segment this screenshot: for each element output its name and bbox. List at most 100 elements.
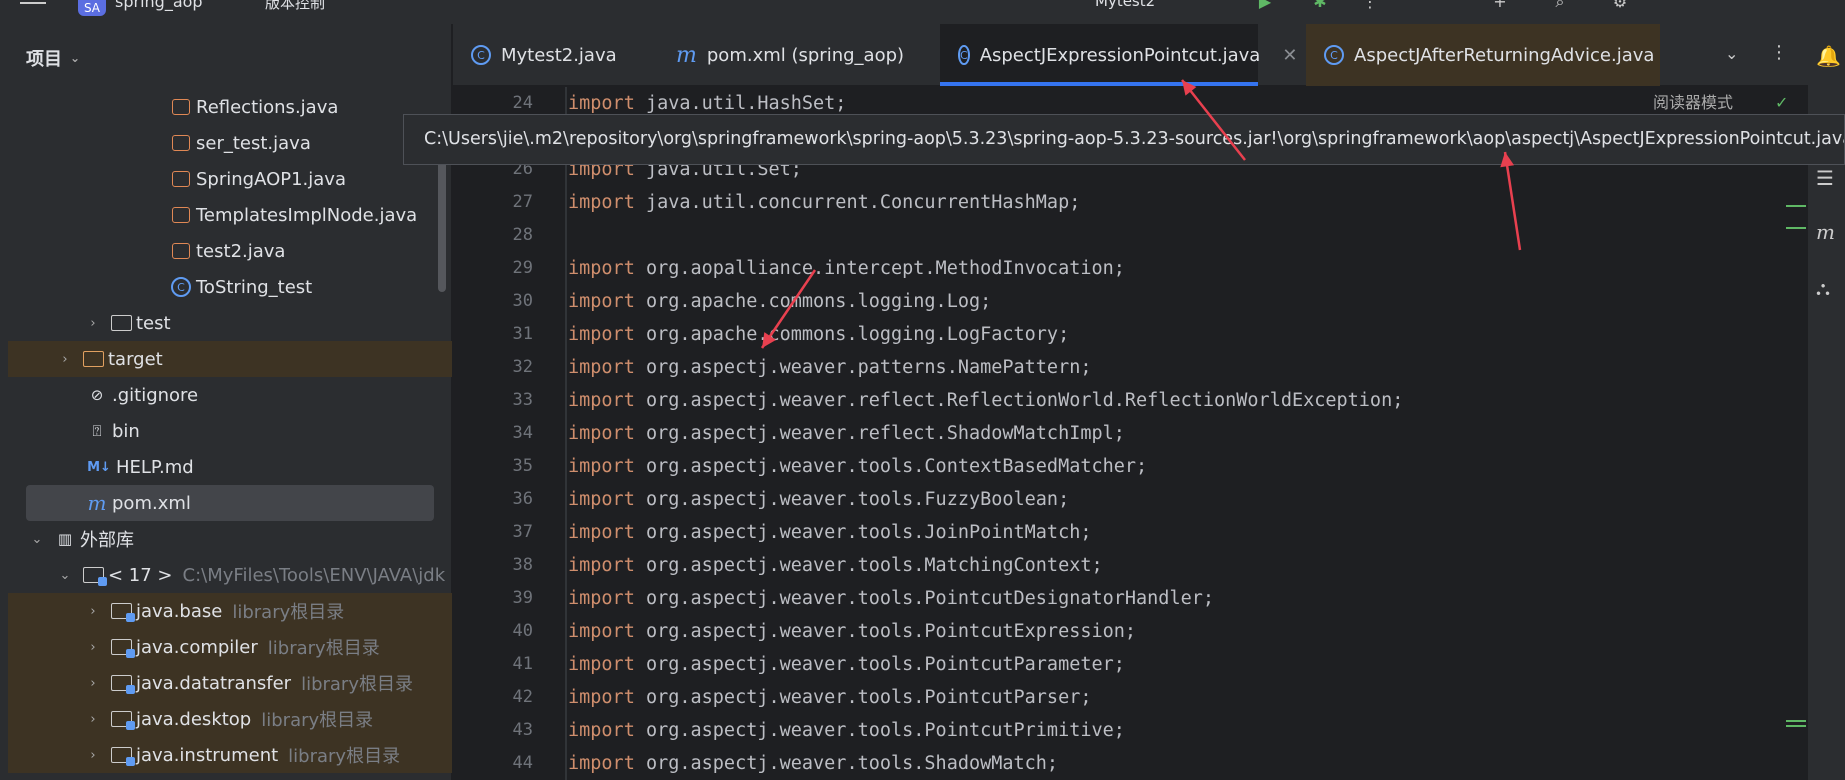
tree-item-folder[interactable]: › target	[8, 341, 452, 377]
code-line[interactable]: 35 import org.aspectj.weaver.tools.Contex…	[453, 450, 1753, 483]
tree-item-module[interactable]: › java.base library根目录	[8, 593, 452, 629]
run-icon[interactable]: ▶	[1255, 0, 1275, 11]
line-number: 36	[512, 489, 533, 509]
code-line[interactable]: 30 import org.apache.commons.logging.Log;	[453, 285, 1753, 318]
project-name[interactable]: spring_aop	[115, 0, 203, 11]
code-line[interactable]: 43 import org.aspectj.weaver.tools.Pointc…	[453, 714, 1753, 747]
code-line[interactable]: 29 import org.aopalliance.intercept.Metho…	[453, 252, 1753, 285]
notifications-icon[interactable]: 🔔	[1816, 44, 1841, 68]
chevron-right-icon[interactable]: ›	[58, 352, 72, 367]
tree-item-file[interactable]: SpringAOP1.java	[8, 161, 452, 197]
project-badge[interactable]: SA	[78, 0, 106, 16]
structure-icon[interactable]: ⛬	[1816, 276, 1830, 300]
code-line[interactable]: 27 import java.util.concurrent.Concurrent…	[453, 186, 1753, 219]
code-rest: org.aspectj.weaver.tools.PointcutPrimiti…	[634, 720, 1125, 741]
code-line[interactable]: 32 import org.aspectj.weaver.patterns.Nam…	[453, 351, 1753, 384]
tree-item-file[interactable]: ⍰ bin	[8, 413, 452, 449]
tree-item-file[interactable]: TemplatesImplNode.java	[8, 197, 452, 233]
keyword: import	[568, 522, 635, 543]
change-marker	[1786, 720, 1806, 722]
code-line[interactable]: 34 import org.aspectj.weaver.reflect.Shad…	[453, 417, 1753, 450]
code-line[interactable]: 44 import org.aspectj.weaver.tools.Shadow…	[453, 747, 1753, 780]
class-icon: C	[1324, 45, 1344, 65]
code-text: import org.aspectj.weaver.tools.FuzzyBoo…	[568, 483, 1069, 516]
line-number: 32	[512, 357, 533, 377]
code-text: import org.aspectj.weaver.tools.Pointcut…	[568, 615, 1136, 648]
run-config-selector[interactable]: Mytest2	[1095, 0, 1155, 10]
more-options-icon[interactable]: ⋮	[1770, 42, 1788, 63]
search-icon[interactable]: ⌕	[1550, 0, 1570, 11]
chevron-right-icon[interactable]: ›	[86, 640, 100, 655]
code-rest: org.aspectj.weaver.tools.ContextBasedMat…	[634, 456, 1148, 477]
chevron-right-icon[interactable]: ›	[86, 712, 100, 727]
tree-item-file[interactable]: ser_test.java	[8, 125, 452, 161]
code-editor[interactable]: 24import java.util.HashSet;2526import ja…	[453, 87, 1815, 780]
chevron-right-icon[interactable]: ›	[86, 316, 100, 331]
tree-item-label: ToString_test	[196, 276, 313, 298]
code-line[interactable]: 28	[453, 219, 1753, 252]
more-actions-icon[interactable]: ⋮	[1360, 0, 1380, 11]
chevron-right-icon[interactable]: ›	[86, 604, 100, 619]
code-rest: org.aspectj.weaver.tools.PointcutParamet…	[634, 654, 1125, 675]
code-line[interactable]: 33 import org.aspectj.weaver.reflect.Refl…	[453, 384, 1753, 417]
tree-item-file[interactable]: ⊘ .gitignore	[8, 377, 452, 413]
line-number: 28	[512, 225, 533, 245]
chevron-right-icon[interactable]: ›	[86, 676, 100, 691]
tree-item-module[interactable]: › java.instrument library根目录	[8, 737, 452, 773]
tree-item-label: TemplatesImplNode.java	[196, 204, 418, 226]
tree-item-module[interactable]: › java.datatransfer library根目录	[8, 665, 452, 701]
database-icon[interactable]: ☰	[1816, 166, 1834, 190]
chevron-right-icon[interactable]: ›	[86, 748, 100, 763]
tree-item-label: ser_test.java	[196, 132, 311, 154]
chevron-down-icon[interactable]: ⌄	[1725, 44, 1738, 63]
main-menu-icon[interactable]	[20, 0, 46, 10]
settings-icon[interactable]: ⚙	[1610, 0, 1630, 11]
code-line[interactable]: 40 import org.aspectj.weaver.tools.Pointc…	[453, 615, 1753, 648]
code-line[interactable]: 39 import org.aspectj.weaver.tools.Pointc…	[453, 582, 1753, 615]
code-rest: org.aspectj.weaver.tools.PointcutParser;	[634, 687, 1092, 708]
tree-item-class[interactable]: C ToString_test	[8, 269, 452, 305]
debug-icon[interactable]: ✱	[1310, 0, 1330, 11]
code-text: import org.aspectj.weaver.tools.Pointcut…	[568, 582, 1214, 615]
tab-aspectj-after-returning-advice[interactable]: C AspectJAfterReturningAdvice.java	[1306, 24, 1660, 86]
tab-aspectj-expression-pointcut[interactable]: C AspectJExpressionPointcut.java ✕	[940, 24, 1297, 86]
code-text: import org.aspectj.weaver.tools.Pointcut…	[568, 714, 1125, 747]
code-line[interactable]: 36 import org.aspectj.weaver.tools.FuzzyB…	[453, 483, 1753, 516]
keyword: import	[568, 423, 635, 444]
java-file-icon	[170, 204, 192, 226]
code-line[interactable]: 41 import org.aspectj.weaver.tools.Pointc…	[453, 648, 1753, 681]
code-rest: org.aspectj.weaver.tools.MatchingContext…	[634, 555, 1103, 576]
reader-mode-label[interactable]: 阅读器模式	[1653, 89, 1733, 113]
tree-item-label: bin	[112, 420, 140, 442]
tree-item-folder[interactable]: › test	[8, 305, 452, 341]
vcs-menu[interactable]: 版本控制	[265, 0, 325, 13]
tree-item-label: java.datatransfer	[136, 672, 292, 694]
project-view-header[interactable]: 项目 ⌄	[0, 24, 451, 92]
tree-item-file-selected[interactable]: m pom.xml	[26, 485, 434, 521]
tree-item-module[interactable]: › java.compiler library根目录	[8, 629, 452, 665]
tree-item-label: java.desktop	[136, 708, 252, 730]
code-line[interactable]: 38 import org.aspectj.weaver.tools.Matchi…	[453, 549, 1753, 582]
inspection-ok-icon[interactable]: ✓	[1775, 93, 1788, 112]
maven-icon[interactable]: m	[1816, 220, 1835, 244]
project-tree: Reflections.java ser_test.java SpringAOP…	[8, 89, 452, 773]
tree-item-file[interactable]: Reflections.java	[8, 89, 452, 125]
tree-item-module[interactable]: › java.desktop library根目录	[8, 701, 452, 737]
code-rest: org.aopalliance.intercept.MethodInvocati…	[634, 258, 1125, 279]
tab-mytest2[interactable]: C Mytest2.java	[453, 24, 658, 86]
tree-item-external-libraries[interactable]: ⌄ ▥ 外部库	[8, 521, 452, 557]
close-tab-icon[interactable]: ✕	[1282, 45, 1297, 66]
tree-item-jdk[interactable]: ⌄ < 17 > C:\MyFiles\Tools\ENV\JAVA\jdk	[8, 557, 452, 593]
tree-item-file[interactable]: test2.java	[8, 233, 452, 269]
keyword: import	[568, 621, 635, 642]
code-line[interactable]: 37 import org.aspectj.weaver.tools.JoinPo…	[453, 516, 1753, 549]
ignore-file-icon: ⊘	[90, 386, 104, 404]
tab-pom-xml[interactable]: m pom.xml (spring_aop)	[658, 24, 938, 86]
code-line[interactable]: 42 import org.aspectj.weaver.tools.Pointc…	[453, 681, 1753, 714]
code-line[interactable]: 31 import org.apache.commons.logging.LogF…	[453, 318, 1753, 351]
tree-item-label: SpringAOP1.java	[196, 168, 346, 190]
tree-item-file[interactable]: M↓ HELP.md	[8, 449, 452, 485]
add-user-icon[interactable]: +	[1490, 0, 1510, 11]
chevron-down-icon[interactable]: ⌄	[58, 568, 72, 583]
chevron-down-icon[interactable]: ⌄	[30, 532, 44, 547]
